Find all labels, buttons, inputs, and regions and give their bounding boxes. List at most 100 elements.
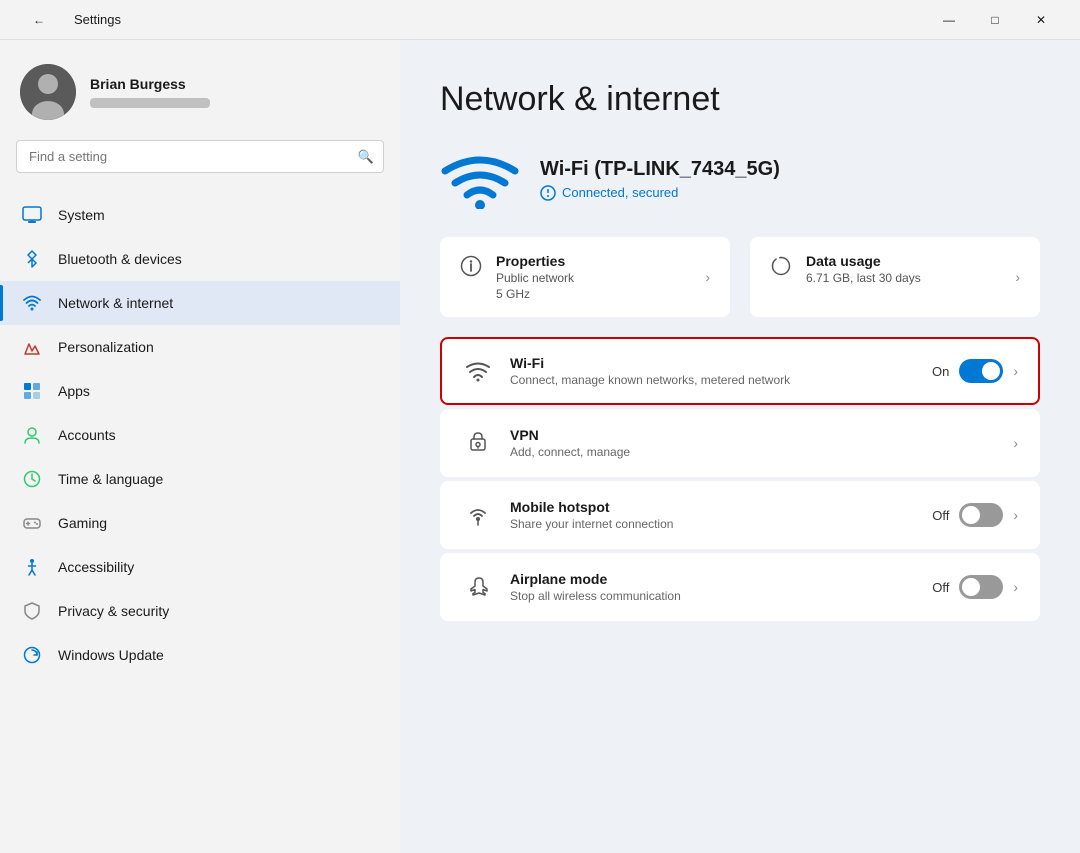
sidebar-item-label-bluetooth: Bluetooth & devices [58,251,182,267]
profile-email-blur [90,98,210,108]
avatar [20,64,76,120]
data-usage-card[interactable]: Data usage 6.71 GB, last 30 days › [750,237,1040,317]
wifi-item-right: On › [932,359,1018,383]
info-icon [460,255,482,283]
vpn-chevron: › [1013,435,1018,451]
titlebar-left: ← Settings [16,4,121,36]
wifi-item-desc: Connect, manage known networks, metered … [510,373,916,387]
profile-name: Brian Burgess [90,76,210,92]
data-usage-icon [770,255,792,283]
sidebar-item-gaming[interactable]: Gaming [0,501,400,545]
vpn-item-text: VPN Add, connect, manage [510,427,997,459]
sidebar-item-time[interactable]: Time & language [0,457,400,501]
sidebar-item-accessibility[interactable]: Accessibility [0,545,400,589]
sidebar-item-personalization[interactable]: Personalization [0,325,400,369]
data-usage-sub: 6.71 GB, last 30 days [806,271,921,285]
sidebar-item-label-privacy: Privacy & security [58,603,169,619]
sidebar-item-label-accessibility: Accessibility [58,559,134,575]
vpn-item-desc: Add, connect, manage [510,445,997,459]
wifi-hero: Wi-Fi (TP-LINK_7434_5G) Connected, secur… [440,149,1040,209]
wifi-chevron: › [1013,363,1018,379]
vpn-item-label: VPN [510,427,997,443]
minimize-button[interactable]: — [926,4,972,36]
data-usage-label: Data usage [806,253,921,269]
titlebar-controls: — □ ✕ [926,4,1064,36]
sidebar-item-network[interactable]: Network & internet [0,281,400,325]
sidebar-item-label-time: Time & language [58,471,163,487]
back-button[interactable]: ← [16,4,62,36]
personalization-icon [20,335,44,359]
properties-card[interactable]: Properties Public network 5 GHz › [440,237,730,317]
time-icon [20,467,44,491]
sidebar-item-label-apps: Apps [58,383,90,399]
properties-chevron: › [705,269,710,285]
hotspot-item-desc: Share your internet connection [510,517,916,531]
hotspot-settings-item[interactable]: Mobile hotspot Share your internet conne… [440,481,1040,549]
wifi-hero-info: Wi-Fi (TP-LINK_7434_5G) Connected, secur… [540,158,780,201]
airplane-settings-item[interactable]: Airplane mode Stop all wireless communic… [440,553,1040,621]
wifi-settings-item[interactable]: Wi-Fi Connect, manage known networks, me… [440,337,1040,405]
titlebar: ← Settings — □ ✕ [0,0,1080,40]
wifi-status-text: Connected, secured [562,185,678,200]
properties-row: Properties Public network 5 GHz › Data u… [440,237,1040,317]
hotspot-item-label: Mobile hotspot [510,499,916,515]
accessibility-icon [20,555,44,579]
sidebar-item-bluetooth[interactable]: Bluetooth & devices [0,237,400,281]
sidebar-item-accounts[interactable]: Accounts [0,413,400,457]
sidebar-item-system[interactable]: System [0,193,400,237]
airplane-item-right: Off › [932,575,1018,599]
search-icon: 🔍 [358,149,374,165]
airplane-item-text: Airplane mode Stop all wireless communic… [510,571,916,603]
system-icon [20,203,44,227]
properties-text: Properties Public network 5 GHz [496,253,574,301]
bluetooth-icon [20,247,44,271]
wifi-name: Wi-Fi (TP-LINK_7434_5G) [540,158,780,181]
wifi-item-text: Wi-Fi Connect, manage known networks, me… [510,355,916,387]
hotspot-item-right: Off › [932,503,1018,527]
gaming-icon [20,511,44,535]
search-input[interactable] [16,140,384,173]
properties-sub1: Public network [496,271,574,285]
sidebar-item-windows-update[interactable]: Windows Update [0,633,400,677]
airplane-toggle[interactable] [959,575,1003,599]
sidebar-item-label-personalization: Personalization [58,339,154,355]
wifi-status: Connected, secured [540,185,780,201]
vpn-settings-item[interactable]: VPN Add, connect, manage › [440,409,1040,477]
properties-label: Properties [496,253,574,269]
profile-info: Brian Burgess [90,76,210,108]
app-body: Brian Burgess 🔍 System Bluetooth & devic… [0,40,1080,853]
airplane-item-desc: Stop all wireless communication [510,589,916,603]
main-content: Network & internet Wi-Fi (TP-LINK_7434_5… [400,40,1080,853]
titlebar-title: Settings [74,12,121,27]
wifi-toggle-label: On [932,364,949,379]
maximize-button[interactable]: □ [972,4,1018,36]
wifi-toggle[interactable] [959,359,1003,383]
vpn-item-right: › [1013,435,1018,451]
wifi-item-label: Wi-Fi [510,355,916,371]
hotspot-toggle[interactable] [959,503,1003,527]
sidebar-item-label-network: Network & internet [58,295,173,311]
settings-list: Wi-Fi Connect, manage known networks, me… [440,337,1040,621]
sidebar-item-apps[interactable]: Apps [0,369,400,413]
airplane-item-label: Airplane mode [510,571,916,587]
close-button[interactable]: ✕ [1018,4,1064,36]
vpn-icon [462,427,494,459]
wifi-icon [462,355,494,387]
airplane-icon [462,571,494,603]
sidebar: Brian Burgess 🔍 System Bluetooth & devic… [0,40,400,853]
hotspot-icon [462,499,494,531]
properties-sub2: 5 GHz [496,287,574,301]
data-usage-chevron: › [1015,269,1020,285]
sidebar-item-label-accounts: Accounts [58,427,116,443]
hotspot-chevron: › [1013,507,1018,523]
sidebar-profile: Brian Burgess [0,40,400,140]
airplane-chevron: › [1013,579,1018,595]
wifi-hero-icon [440,149,520,209]
hotspot-toggle-label: Off [932,508,949,523]
sidebar-item-privacy[interactable]: Privacy & security [0,589,400,633]
apps-icon [20,379,44,403]
sidebar-nav: System Bluetooth & devices Networ [0,189,400,681]
network-icon [20,291,44,315]
data-usage-text: Data usage 6.71 GB, last 30 days [806,253,921,285]
sidebar-item-label-windows-update: Windows Update [58,647,164,663]
